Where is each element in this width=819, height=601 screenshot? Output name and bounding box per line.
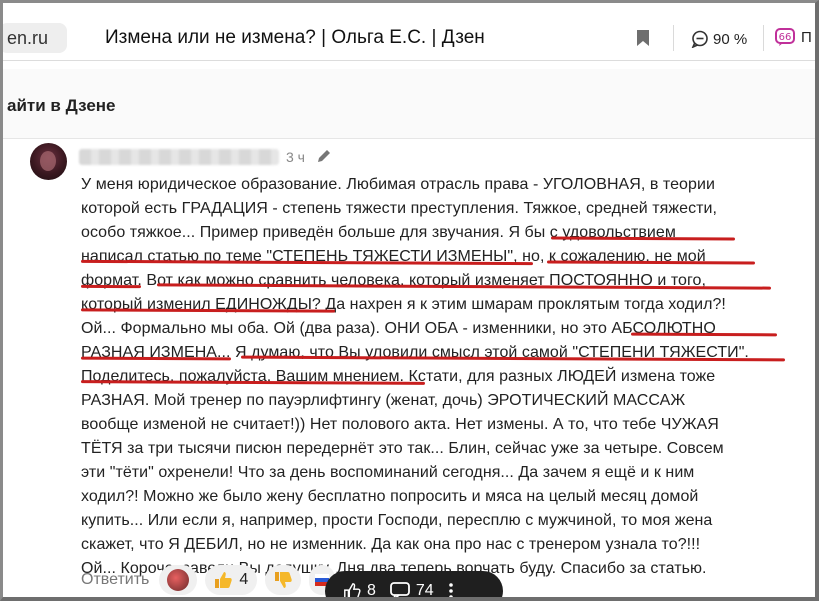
pencil-icon[interactable] [316, 148, 332, 164]
comment-line: скажет, что Я ДЕБИЛ, но не изменник. Да … [81, 536, 701, 553]
comment-line: написал статью по теме "СТЕПЕНЬ ТЯЖЕСТИ … [81, 248, 706, 265]
reply-button[interactable]: Ответить [81, 571, 149, 589]
comment-icon [390, 582, 410, 597]
comment-line: формат. Вот как можно сравнить человека,… [81, 272, 706, 289]
comment-line: вообще изменой не считает!)) Нет половог… [81, 416, 719, 433]
zoom-button[interactable]: 90 % [691, 27, 747, 51]
comment-line: эти "тёти" охренели! Что за день воспоми… [81, 464, 695, 481]
thumbs-up-icon [344, 583, 361, 597]
browser-tab-bar: en.ru Измена или не измена? | Ольга Е.С.… [3, 3, 815, 61]
comment-body: У меня юридическое образование. Любимая … [81, 173, 791, 581]
comment-line: который изменил ЕДИНОЖДЫ? Да нахрен я к … [81, 296, 726, 313]
bookmark-icon[interactable] [636, 29, 650, 47]
dislike-button[interactable] [265, 565, 302, 595]
comment-line: РАЗНАЯ. Мой тренер по пауэрлифтингу (жен… [81, 392, 686, 409]
comment-line: ТЁТЯ за три тысячи писюн передернёт это … [81, 440, 724, 457]
address-chip[interactable]: en.ru [3, 23, 67, 53]
comment-time: 3 ч [286, 149, 305, 165]
like-count: 4 [239, 571, 249, 588]
comment-actions: Ответить 4 [81, 563, 343, 597]
site-banner [3, 69, 815, 139]
comment-line: особо тяжкое... Пример приведён больше д… [81, 224, 676, 241]
more-button[interactable] [448, 582, 454, 597]
article-like-count: 8 [367, 582, 376, 599]
reaction-avatars[interactable] [159, 565, 198, 595]
comment-line: которой есть ГРАДАЦИЯ - степень тяжести … [81, 200, 717, 217]
comment-line: РАЗНАЯ ИЗМЕНА... Я думаю, что Вы уловили… [81, 344, 749, 361]
comment-line: ходил?! Можно же было жену бесплатно поп… [81, 488, 699, 505]
thumbs-up-icon [215, 572, 233, 588]
comment-line: У меня юридическое образование. Любимая … [81, 176, 715, 193]
article-like-button[interactable]: 8 [343, 582, 376, 599]
browser-window: en.ru Измена или не измена? | Ольга Е.С.… [0, 0, 819, 601]
quote-chat-icon: 66 [775, 28, 795, 46]
article-comments-button[interactable]: 74 [390, 582, 434, 599]
avatar[interactable] [30, 143, 67, 180]
comment-line: купить... Или если я, например, прости Г… [81, 512, 713, 529]
more-vertical-icon [448, 583, 453, 597]
author-name-blurred [79, 149, 279, 165]
toolbar-divider [763, 25, 764, 51]
banner-text[interactable]: айти в Дзене [7, 96, 116, 116]
speech-bubble-icon [691, 30, 708, 48]
url-domain: en.ru [7, 28, 49, 48]
extension-button[interactable]: 66 П [775, 27, 812, 47]
zoom-level: 90 % [713, 30, 748, 48]
toolbar-divider [673, 25, 674, 51]
like-button[interactable]: 4 [205, 565, 258, 595]
thumbs-down-icon [275, 572, 293, 588]
extension-label: П [801, 28, 812, 46]
article-floating-bar: 8 74 [325, 571, 503, 599]
svg-text:66: 66 [779, 32, 792, 43]
comment-line: Поделитесь, пожалуйста, Вашим мнением. К… [81, 368, 716, 385]
comment-line: Ой... Формально мы оба. Ой (два раза). О… [81, 320, 716, 337]
page-title: Измена или не измена? | Ольга Е.С. | Дзе… [105, 27, 485, 48]
red-underline [80, 284, 142, 289]
article-comment-count: 74 [415, 582, 434, 599]
reactor-avatar [167, 569, 190, 591]
